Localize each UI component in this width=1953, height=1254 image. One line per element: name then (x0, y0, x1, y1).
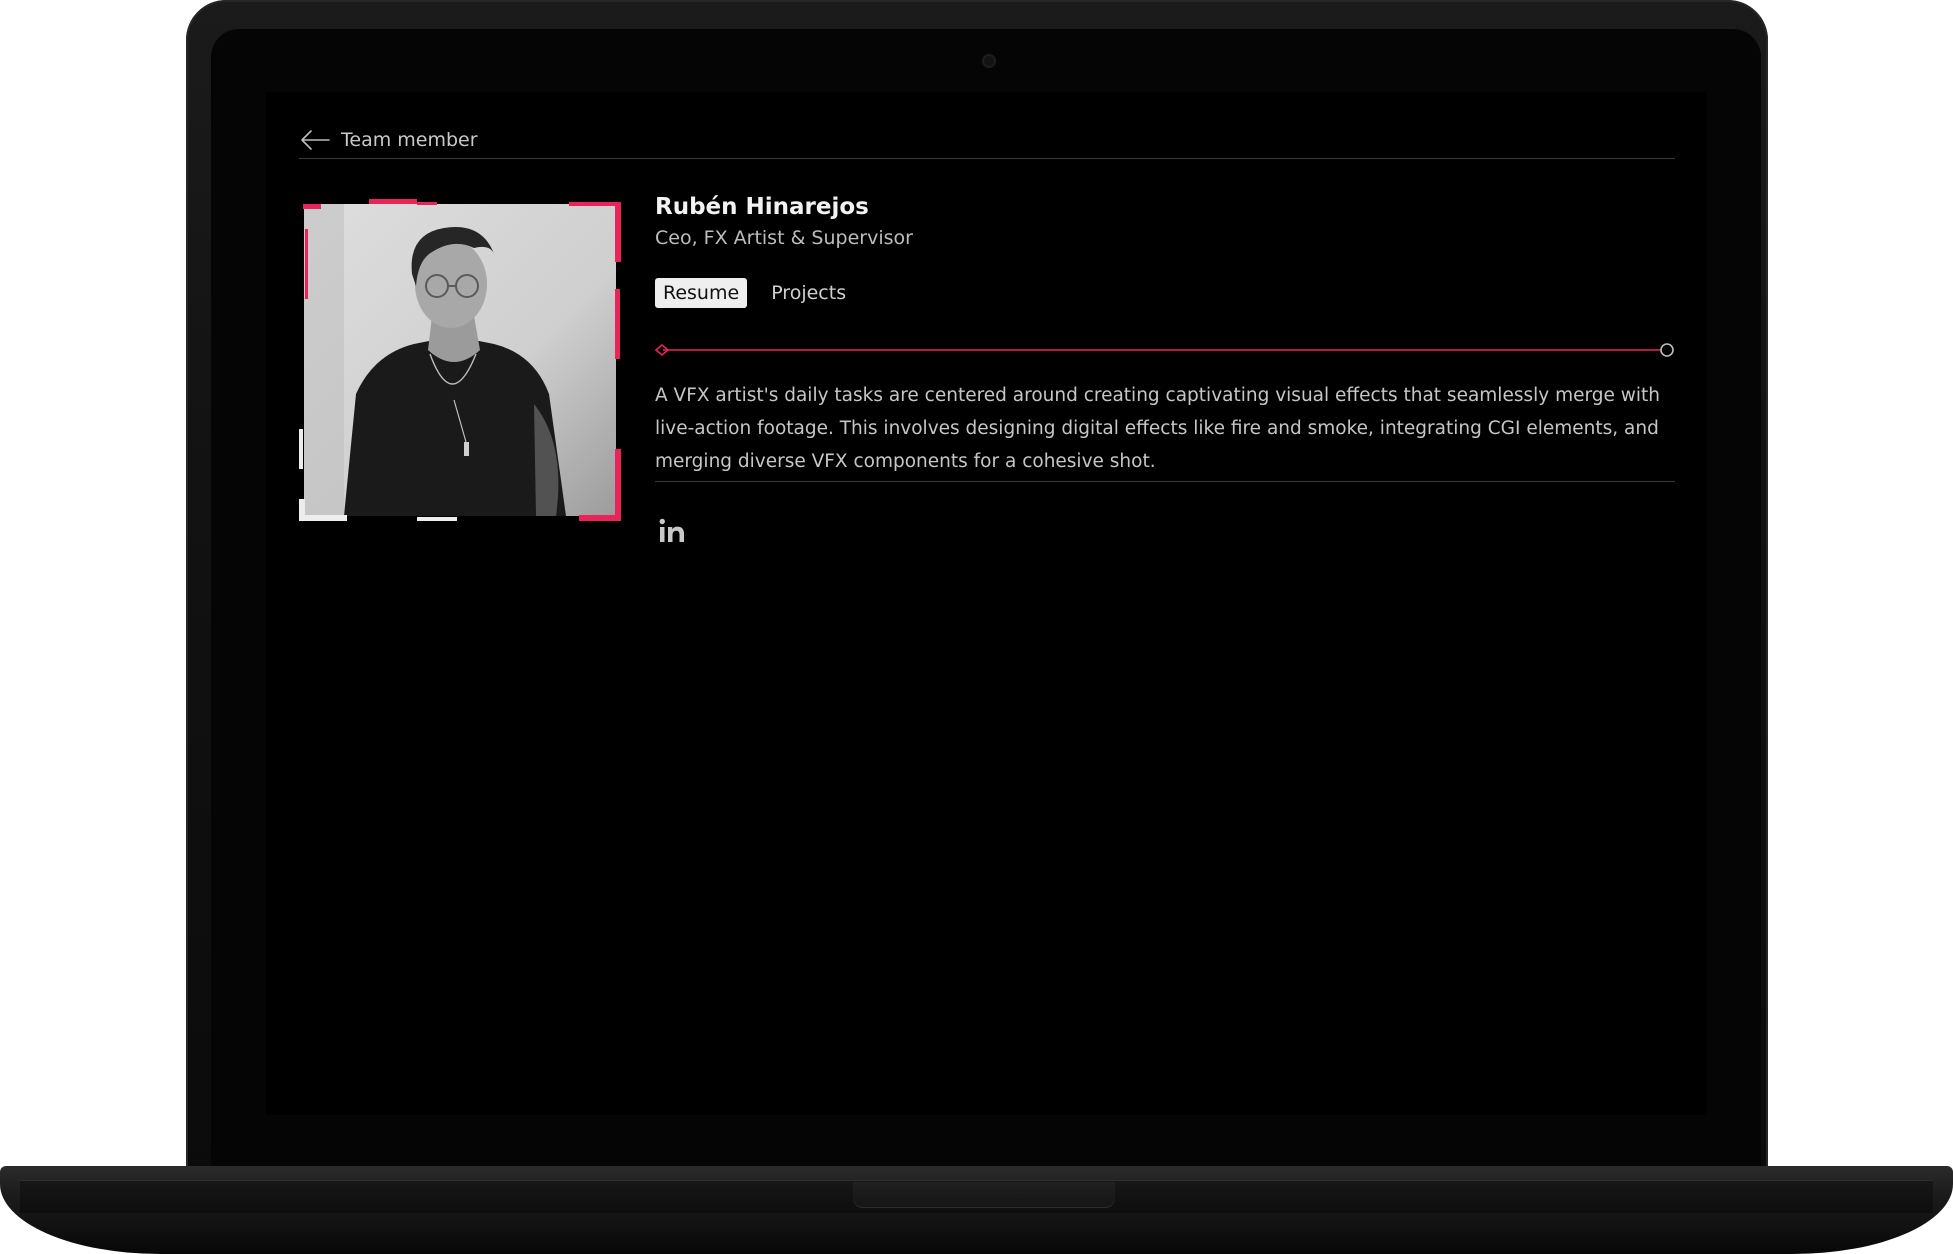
page-header: Team member (299, 122, 1675, 159)
linkedin-icon[interactable] (657, 516, 687, 546)
timeline-progress (655, 343, 1674, 357)
webcam (982, 54, 996, 68)
screen: Team member Rubén Hinarejos Ceo, FX Arti… (266, 92, 1707, 1115)
arrow-left-icon[interactable] (299, 128, 331, 152)
photo-frame-decoration (299, 199, 621, 521)
laptop-opening-notch (853, 1182, 1115, 1208)
member-role: Ceo, FX Artist & Supervisor (655, 227, 913, 249)
timeline-end-marker (1660, 343, 1674, 357)
profile-tabs: Resume Projects (655, 278, 854, 308)
member-bio: A VFX artist's daily tasks are centered … (655, 385, 1661, 472)
tab-projects[interactable]: Projects (763, 278, 854, 308)
profile-photo-container (299, 199, 621, 521)
member-name: Rubén Hinarejos (655, 194, 869, 220)
laptop-mockup: Team member Rubén Hinarejos Ceo, FX Arti… (0, 0, 1953, 1254)
divider (655, 481, 1675, 482)
back-link[interactable]: Team member (341, 129, 478, 151)
tab-resume[interactable]: Resume (655, 278, 748, 308)
